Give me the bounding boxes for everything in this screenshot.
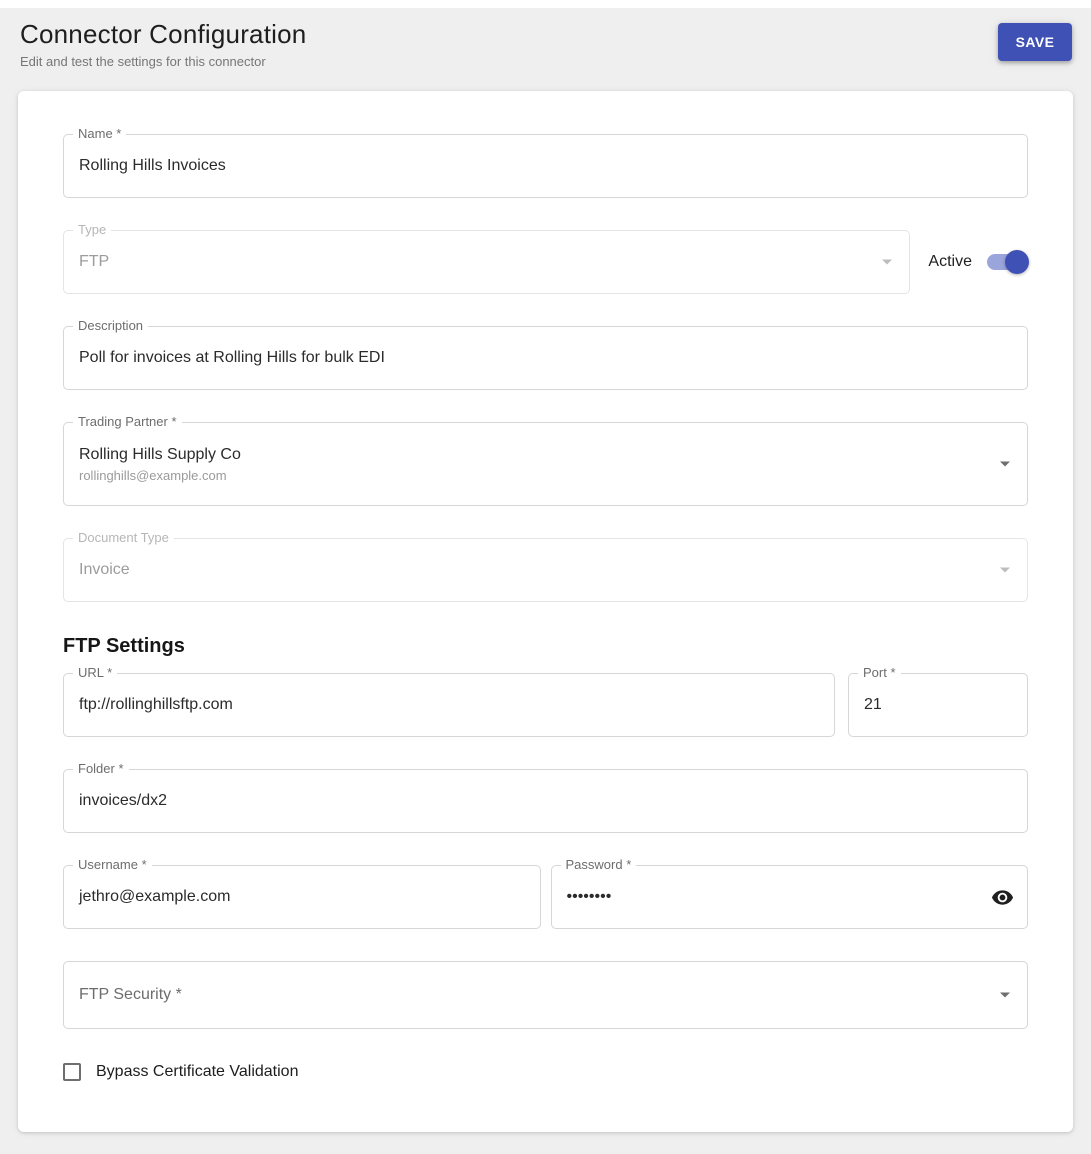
type-select: Type FTP [63, 222, 911, 294]
port-field[interactable]: Port * 21 [848, 665, 1028, 737]
password-field[interactable]: Password * •••••••• [550, 857, 1028, 929]
name-field-label: Name * [73, 126, 127, 142]
description-field-label: Description [73, 318, 149, 334]
description-field[interactable]: Description Poll for invoices at Rolling… [63, 318, 1028, 390]
username-field-label: Username * [73, 857, 152, 873]
trading-partner-select[interactable]: Trading Partner * Rolling Hills Supply C… [63, 414, 1028, 506]
ftp-settings-section-title: FTP Settings [63, 635, 185, 657]
type-select-value: FTP [79, 253, 110, 270]
document-type-value: Invoice [79, 561, 130, 578]
trading-partner-email: rollinghills@example.com [79, 467, 227, 483]
page-title: Connector Configuration [20, 19, 307, 49]
name-field-value: Rolling Hills Invoices [79, 157, 226, 174]
folder-field[interactable]: Folder * invoices/dx2 [63, 761, 1028, 833]
folder-field-label: Folder * [73, 761, 129, 777]
chevron-down-icon [1000, 992, 1010, 998]
bypass-cert-checkbox[interactable] [63, 1063, 81, 1081]
page-header: Connector Configuration Edit and test th… [0, 8, 1091, 91]
username-field-value: jethro@example.com [79, 888, 231, 905]
bypass-cert-label: Bypass Certificate Validation [96, 1063, 299, 1080]
chevron-down-icon [1000, 461, 1010, 467]
chevron-down-icon [1000, 567, 1010, 573]
port-field-value: 21 [864, 696, 882, 713]
trading-partner-label: Trading Partner * [73, 414, 182, 430]
save-button[interactable]: SAVE [998, 23, 1072, 61]
url-field-value: ftp://rollinghillsftp.com [79, 696, 233, 713]
active-label: Active [928, 253, 972, 270]
document-type-label: Document Type [73, 530, 174, 546]
ftp-security-select[interactable]: FTP Security * [63, 961, 1028, 1029]
ftp-security-placeholder: FTP Security * [79, 986, 182, 1003]
url-field[interactable]: URL * ftp://rollinghillsftp.com [63, 665, 835, 737]
active-toggle[interactable] [987, 250, 1029, 274]
description-field-value: Poll for invoices at Rolling Hills for b… [79, 349, 385, 366]
connector-config-card: Name * Rolling Hills Invoices Type FTP A… [18, 91, 1073, 1132]
port-field-label: Port * [858, 665, 901, 681]
folder-field-value: invoices/dx2 [79, 792, 168, 809]
url-field-label: URL * [73, 665, 118, 681]
document-type-select: Document Type Invoice [63, 530, 1028, 602]
type-select-label: Type [73, 222, 112, 238]
top-strip [0, 0, 1091, 8]
chevron-down-icon [882, 259, 893, 265]
trading-partner-value: Rolling Hills Supply Co [79, 445, 241, 463]
page-subtitle: Edit and test the settings for this conn… [20, 54, 266, 69]
active-toggle-group: Active [928, 230, 1029, 294]
toggle-thumb [1005, 250, 1029, 274]
password-field-label: Password * [560, 857, 637, 873]
visibility-icon[interactable] [989, 884, 1015, 910]
name-field[interactable]: Name * Rolling Hills Invoices [63, 126, 1028, 198]
bypass-cert-row: Bypass Certificate Validation [63, 1063, 1028, 1081]
username-field[interactable]: Username * jethro@example.com [63, 857, 541, 929]
password-field-value: •••••••• [566, 888, 612, 905]
